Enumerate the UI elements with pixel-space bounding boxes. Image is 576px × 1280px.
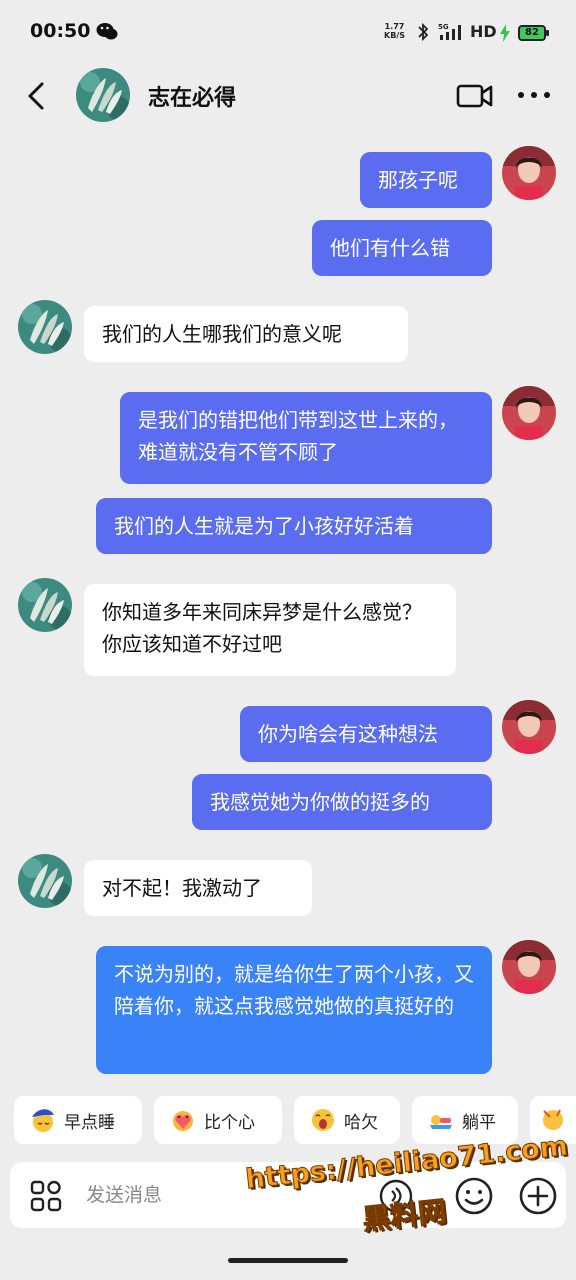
message-bubble-sent[interactable]: 我感觉她为你做的挺多的 xyxy=(192,774,492,830)
fish-avatar-image xyxy=(18,300,72,354)
message-bubble-sent[interactable]: 不说为别的，就是给你生了两个小孩，又陪着你，就这点我感觉她做的真挺好的 xyxy=(96,946,492,1074)
network-speed: 1.77 KB/S xyxy=(384,22,405,40)
message-bubble-sent[interactable]: 你为啥会有这种想法 xyxy=(240,706,492,762)
more-options-button[interactable] xyxy=(516,90,552,100)
quick-reply-chip-partial[interactable] xyxy=(530,1096,576,1144)
quick-reply-label: 早点睡 xyxy=(64,1112,115,1133)
quick-reply-label: 哈欠 xyxy=(344,1112,378,1133)
network-speed-value: 1.77 xyxy=(384,22,405,31)
sleep-emoji-icon xyxy=(32,1109,54,1132)
girl-avatar-image xyxy=(502,386,556,440)
chat-title: 志在必得 xyxy=(148,86,237,111)
chat-header: 志在必得 xyxy=(0,60,576,130)
message-bubble-received[interactable]: 对不起！我激动了 xyxy=(84,860,312,916)
charging-icon xyxy=(500,24,510,42)
wechat-notification-icon xyxy=(96,23,118,40)
yawn-emoji-icon xyxy=(312,1109,334,1131)
bluetooth-icon xyxy=(418,22,429,42)
contact-avatar[interactable] xyxy=(18,578,72,632)
signal-label: 5G xyxy=(438,23,449,31)
apps-grid-icon[interactable] xyxy=(30,1180,62,1212)
network-speed-unit: KB/S xyxy=(384,31,405,40)
message-bubble-sent[interactable]: 我们的人生就是为了小孩好好活着 xyxy=(96,498,492,554)
home-indicator[interactable] xyxy=(228,1258,348,1263)
battery-indicator: 82 xyxy=(518,25,549,41)
quick-reply-label: 躺平 xyxy=(462,1112,496,1133)
girl-avatar-image xyxy=(502,940,556,994)
message-bubble-sent[interactable]: 那孩子呢 xyxy=(360,152,492,208)
chat-message-list[interactable]: 那孩子呢 他们有什么错 我们的人生哪我们的意义呢 是我们的错把他们带到这世上来的… xyxy=(0,130,576,1090)
my-avatar[interactable] xyxy=(502,386,556,440)
emoji-icon[interactable] xyxy=(454,1176,494,1216)
quick-reply-chip[interactable]: 比个心 xyxy=(154,1096,282,1144)
heart-emoji-icon xyxy=(173,1111,193,1131)
status-bar: 00:50 1.77 KB/S 5G HD 82 xyxy=(0,0,576,60)
signal-icon: 5G xyxy=(438,23,461,40)
my-avatar[interactable] xyxy=(502,940,556,994)
message-input-bar xyxy=(0,1156,576,1242)
contact-avatar[interactable] xyxy=(18,854,72,908)
message-bubble-sent[interactable]: 他们有什么错 xyxy=(312,220,492,276)
message-bubble-received[interactable]: 你知道多年来同床异梦是什么感觉？你应该知道不好过吧 xyxy=(84,584,456,676)
voice-input-icon[interactable] xyxy=(378,1178,414,1214)
quick-reply-bar: 早点睡 比个心 哈欠 躺平 xyxy=(0,1096,576,1148)
fish-avatar-image xyxy=(18,578,72,632)
quick-reply-chip[interactable]: 躺平 xyxy=(412,1096,518,1144)
quick-reply-label: 比个心 xyxy=(204,1112,255,1133)
contact-avatar[interactable] xyxy=(76,68,130,122)
status-time: 00:50 xyxy=(30,20,91,42)
fish-avatar-image xyxy=(76,68,130,122)
my-avatar[interactable] xyxy=(502,700,556,754)
message-bubble-sent[interactable]: 是我们的错把他们带到这世上来的，难道就没有不管不顾了 xyxy=(120,392,492,484)
message-bubble-received[interactable]: 我们的人生哪我们的意义呢 xyxy=(84,306,408,362)
add-attachment-icon[interactable] xyxy=(518,1176,558,1216)
party-emoji-icon xyxy=(543,1109,563,1130)
quick-reply-chip[interactable]: 早点睡 xyxy=(14,1096,142,1144)
hd-label: HD xyxy=(470,22,497,41)
message-input[interactable] xyxy=(86,1182,366,1210)
video-call-button[interactable] xyxy=(456,82,494,110)
back-button[interactable] xyxy=(20,76,56,116)
my-avatar[interactable] xyxy=(502,146,556,200)
fish-avatar-image xyxy=(18,854,72,908)
girl-avatar-image xyxy=(502,700,556,754)
girl-avatar-image xyxy=(502,146,556,200)
message-input-container xyxy=(10,1162,566,1228)
quick-reply-chip[interactable]: 哈欠 xyxy=(294,1096,400,1144)
lie-flat-emoji-icon xyxy=(430,1115,452,1129)
contact-avatar[interactable] xyxy=(18,300,72,354)
